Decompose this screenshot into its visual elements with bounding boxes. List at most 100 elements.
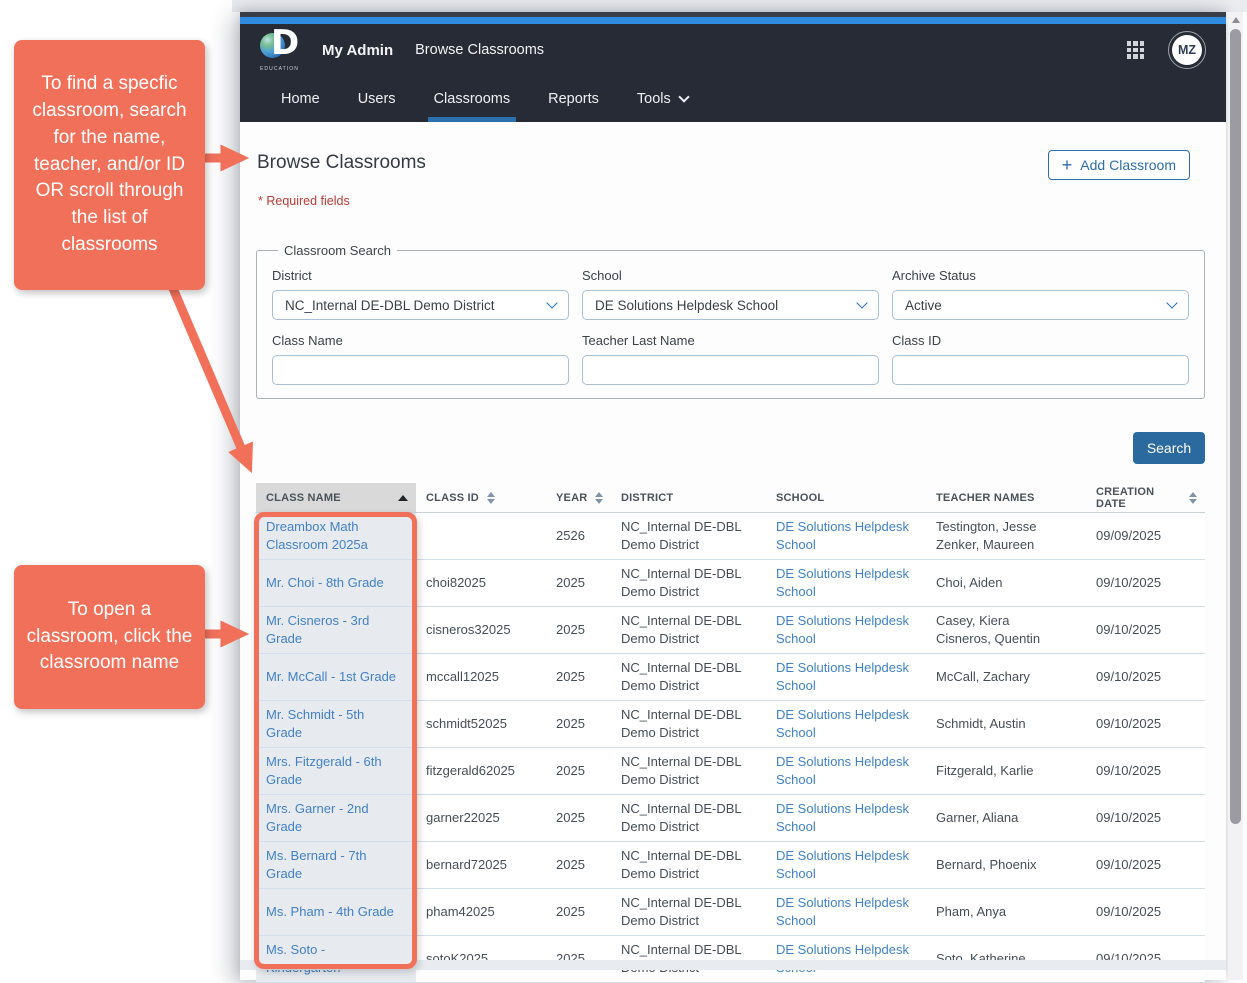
column-header-class-name[interactable]: CLASS NAME [256, 483, 416, 512]
class-id-input[interactable] [892, 355, 1189, 385]
school-label: School [582, 268, 879, 283]
column-label: DISTRICT [621, 492, 673, 504]
class-name-link[interactable]: Mr. Cisneros - 3rd Grade [266, 612, 402, 648]
class-name-link[interactable]: Mrs. Garner - 2nd Grade [266, 800, 402, 836]
school-link[interactable]: DE Solutions Helpdesk School [776, 565, 918, 601]
class-name-cell: Ms. Pham - 4th Grade [256, 889, 416, 935]
class-name-link[interactable]: Dreambox Math Classroom 2025a [266, 518, 402, 554]
school-cell: DE Solutions Helpdesk School [766, 889, 926, 935]
search-button[interactable]: Search [1133, 432, 1205, 464]
school-link[interactable]: DE Solutions Helpdesk School [776, 706, 918, 742]
class-name-input[interactable] [272, 355, 569, 385]
sort-asc-icon [398, 495, 408, 501]
school-link[interactable]: DE Solutions Helpdesk School [776, 518, 918, 554]
nav-label-home: Home [281, 91, 320, 107]
page-title: Browse Classrooms [257, 152, 426, 174]
nav-item-tools[interactable]: Tools [633, 76, 692, 122]
table-row: Mr. McCall - 1st Grade mccall12025 2025 … [256, 654, 1205, 701]
scrollbar-up-arrow-icon[interactable] [1232, 17, 1240, 23]
nav-item-users[interactable]: Users [354, 76, 400, 122]
app-switcher-icon[interactable] [1127, 41, 1145, 59]
school-link[interactable]: DE Solutions Helpdesk School [776, 800, 918, 836]
column-header-school: SCHOOL [766, 483, 926, 512]
table-row: Dreambox Math Classroom 2025a 2526 NC_In… [256, 513, 1205, 560]
creation-date-cell: 09/10/2025 [1086, 654, 1205, 700]
discovery-education-logo[interactable]: D EDUCATION [260, 31, 306, 69]
table-row: Mrs. Fitzgerald - 6th Grade fitzgerald62… [256, 748, 1205, 795]
callout-open-text: To open a classroom, click the classroom… [26, 597, 193, 678]
class-id-cell: sotoK2025 [416, 936, 546, 982]
teacher-names-cell: Pham, Anya [926, 889, 1086, 935]
column-header-year[interactable]: YEAR [546, 483, 611, 512]
district-select[interactable]: NC_Internal DE-DBL Demo District [272, 290, 569, 320]
class-id-label: Class ID [892, 333, 1189, 348]
column-label: YEAR [556, 492, 587, 504]
chevron-down-icon [1166, 297, 1177, 308]
school-link[interactable]: DE Solutions Helpdesk School [776, 659, 918, 695]
district-select-value: NC_Internal DE-DBL Demo District [285, 298, 495, 313]
district-cell: NC_Internal DE-DBL Demo District [611, 654, 766, 700]
class-name-link[interactable]: Mr. Schmidt - 5th Grade [266, 706, 402, 742]
chevron-down-icon [678, 91, 689, 102]
required-fields-note: * Required fields [258, 194, 350, 208]
class-name-link[interactable]: Ms. Bernard - 7th Grade [266, 847, 402, 883]
table-header-row: CLASS NAME CLASS ID YEAR DISTRICT [256, 483, 1205, 513]
school-select-value: DE Solutions Helpdesk School [595, 298, 778, 313]
table-row: Mr. Cisneros - 3rd Grade cisneros32025 2… [256, 607, 1205, 654]
nav-item-home[interactable]: Home [277, 76, 324, 122]
user-avatar[interactable]: MZ [1168, 31, 1206, 69]
nav-item-classrooms[interactable]: Classrooms [430, 76, 515, 122]
logo-letter: D [271, 23, 299, 63]
nav-item-reports[interactable]: Reports [544, 76, 603, 122]
district-cell: NC_Internal DE-DBL Demo District [611, 842, 766, 888]
class-name-link[interactable]: Ms. Pham - 4th Grade [266, 903, 402, 921]
teacher-names-cell: McCall, Zachary [926, 654, 1086, 700]
add-classroom-label: Add Classroom [1080, 157, 1176, 173]
column-header-creation-date[interactable]: CREATION DATE [1086, 483, 1205, 512]
callout-open-instructions: To open a classroom, click the classroom… [14, 565, 205, 709]
table-row: Ms. Pham - 4th Grade pham42025 2025 NC_I… [256, 889, 1205, 936]
scrollbar-thumb[interactable] [1230, 29, 1241, 824]
school-cell: DE Solutions Helpdesk School [766, 701, 926, 747]
school-link[interactable]: DE Solutions Helpdesk School [776, 847, 918, 883]
teacher-last-name-input[interactable] [582, 355, 879, 385]
column-header-class-id[interactable]: CLASS ID [416, 483, 546, 512]
school-link[interactable]: DE Solutions Helpdesk School [776, 612, 918, 648]
top-gutter [232, 0, 1247, 12]
class-id-cell: fitzgerald62025 [416, 748, 546, 794]
class-name-cell: Mr. McCall - 1st Grade [256, 654, 416, 700]
school-cell: DE Solutions Helpdesk School [766, 748, 926, 794]
year-cell: 2025 [546, 560, 611, 606]
class-name-link[interactable]: Ms. Soto - Kindergarten [266, 941, 402, 977]
school-link[interactable]: DE Solutions Helpdesk School [776, 941, 918, 977]
teacher-names-cell: Testington, JesseZenker, Maureen [926, 513, 1086, 559]
field-class-id: Class ID [892, 333, 1189, 385]
screenshot-stage: D EDUCATION My Admin Browse Classrooms M… [0, 0, 1247, 980]
year-cell: 2025 [546, 654, 611, 700]
class-id-cell: bernard72025 [416, 842, 546, 888]
class-id-cell: mccall12025 [416, 654, 546, 700]
year-cell: 2025 [546, 748, 611, 794]
year-cell: 2025 [546, 936, 611, 982]
school-link[interactable]: DE Solutions Helpdesk School [776, 894, 918, 930]
sort-both-icon [595, 492, 603, 504]
field-class-name: Class Name [272, 333, 569, 385]
app-window: D EDUCATION My Admin Browse Classrooms M… [240, 12, 1226, 980]
masthead-right: MZ [1127, 31, 1207, 69]
year-cell: 2025 [546, 842, 611, 888]
classrooms-table: CLASS NAME CLASS ID YEAR DISTRICT [256, 483, 1205, 983]
class-name-link[interactable]: Mrs. Fitzgerald - 6th Grade [266, 753, 402, 789]
school-link[interactable]: DE Solutions Helpdesk School [776, 753, 918, 789]
chevron-down-icon [856, 297, 867, 308]
class-name-link[interactable]: Mr. McCall - 1st Grade [266, 668, 402, 686]
creation-date-cell: 09/10/2025 [1086, 889, 1205, 935]
district-label: District [272, 268, 569, 283]
add-classroom-button[interactable]: + Add Classroom [1048, 150, 1190, 180]
archive-status-select[interactable]: Active [892, 290, 1189, 320]
creation-date-cell: 09/10/2025 [1086, 607, 1205, 653]
class-name-cell: Ms. Soto - Kindergarten [256, 936, 416, 982]
school-cell: DE Solutions Helpdesk School [766, 560, 926, 606]
class-name-link[interactable]: Mr. Choi - 8th Grade [266, 574, 402, 592]
field-teacher-last-name: Teacher Last Name [582, 333, 879, 385]
school-select[interactable]: DE Solutions Helpdesk School [582, 290, 879, 320]
